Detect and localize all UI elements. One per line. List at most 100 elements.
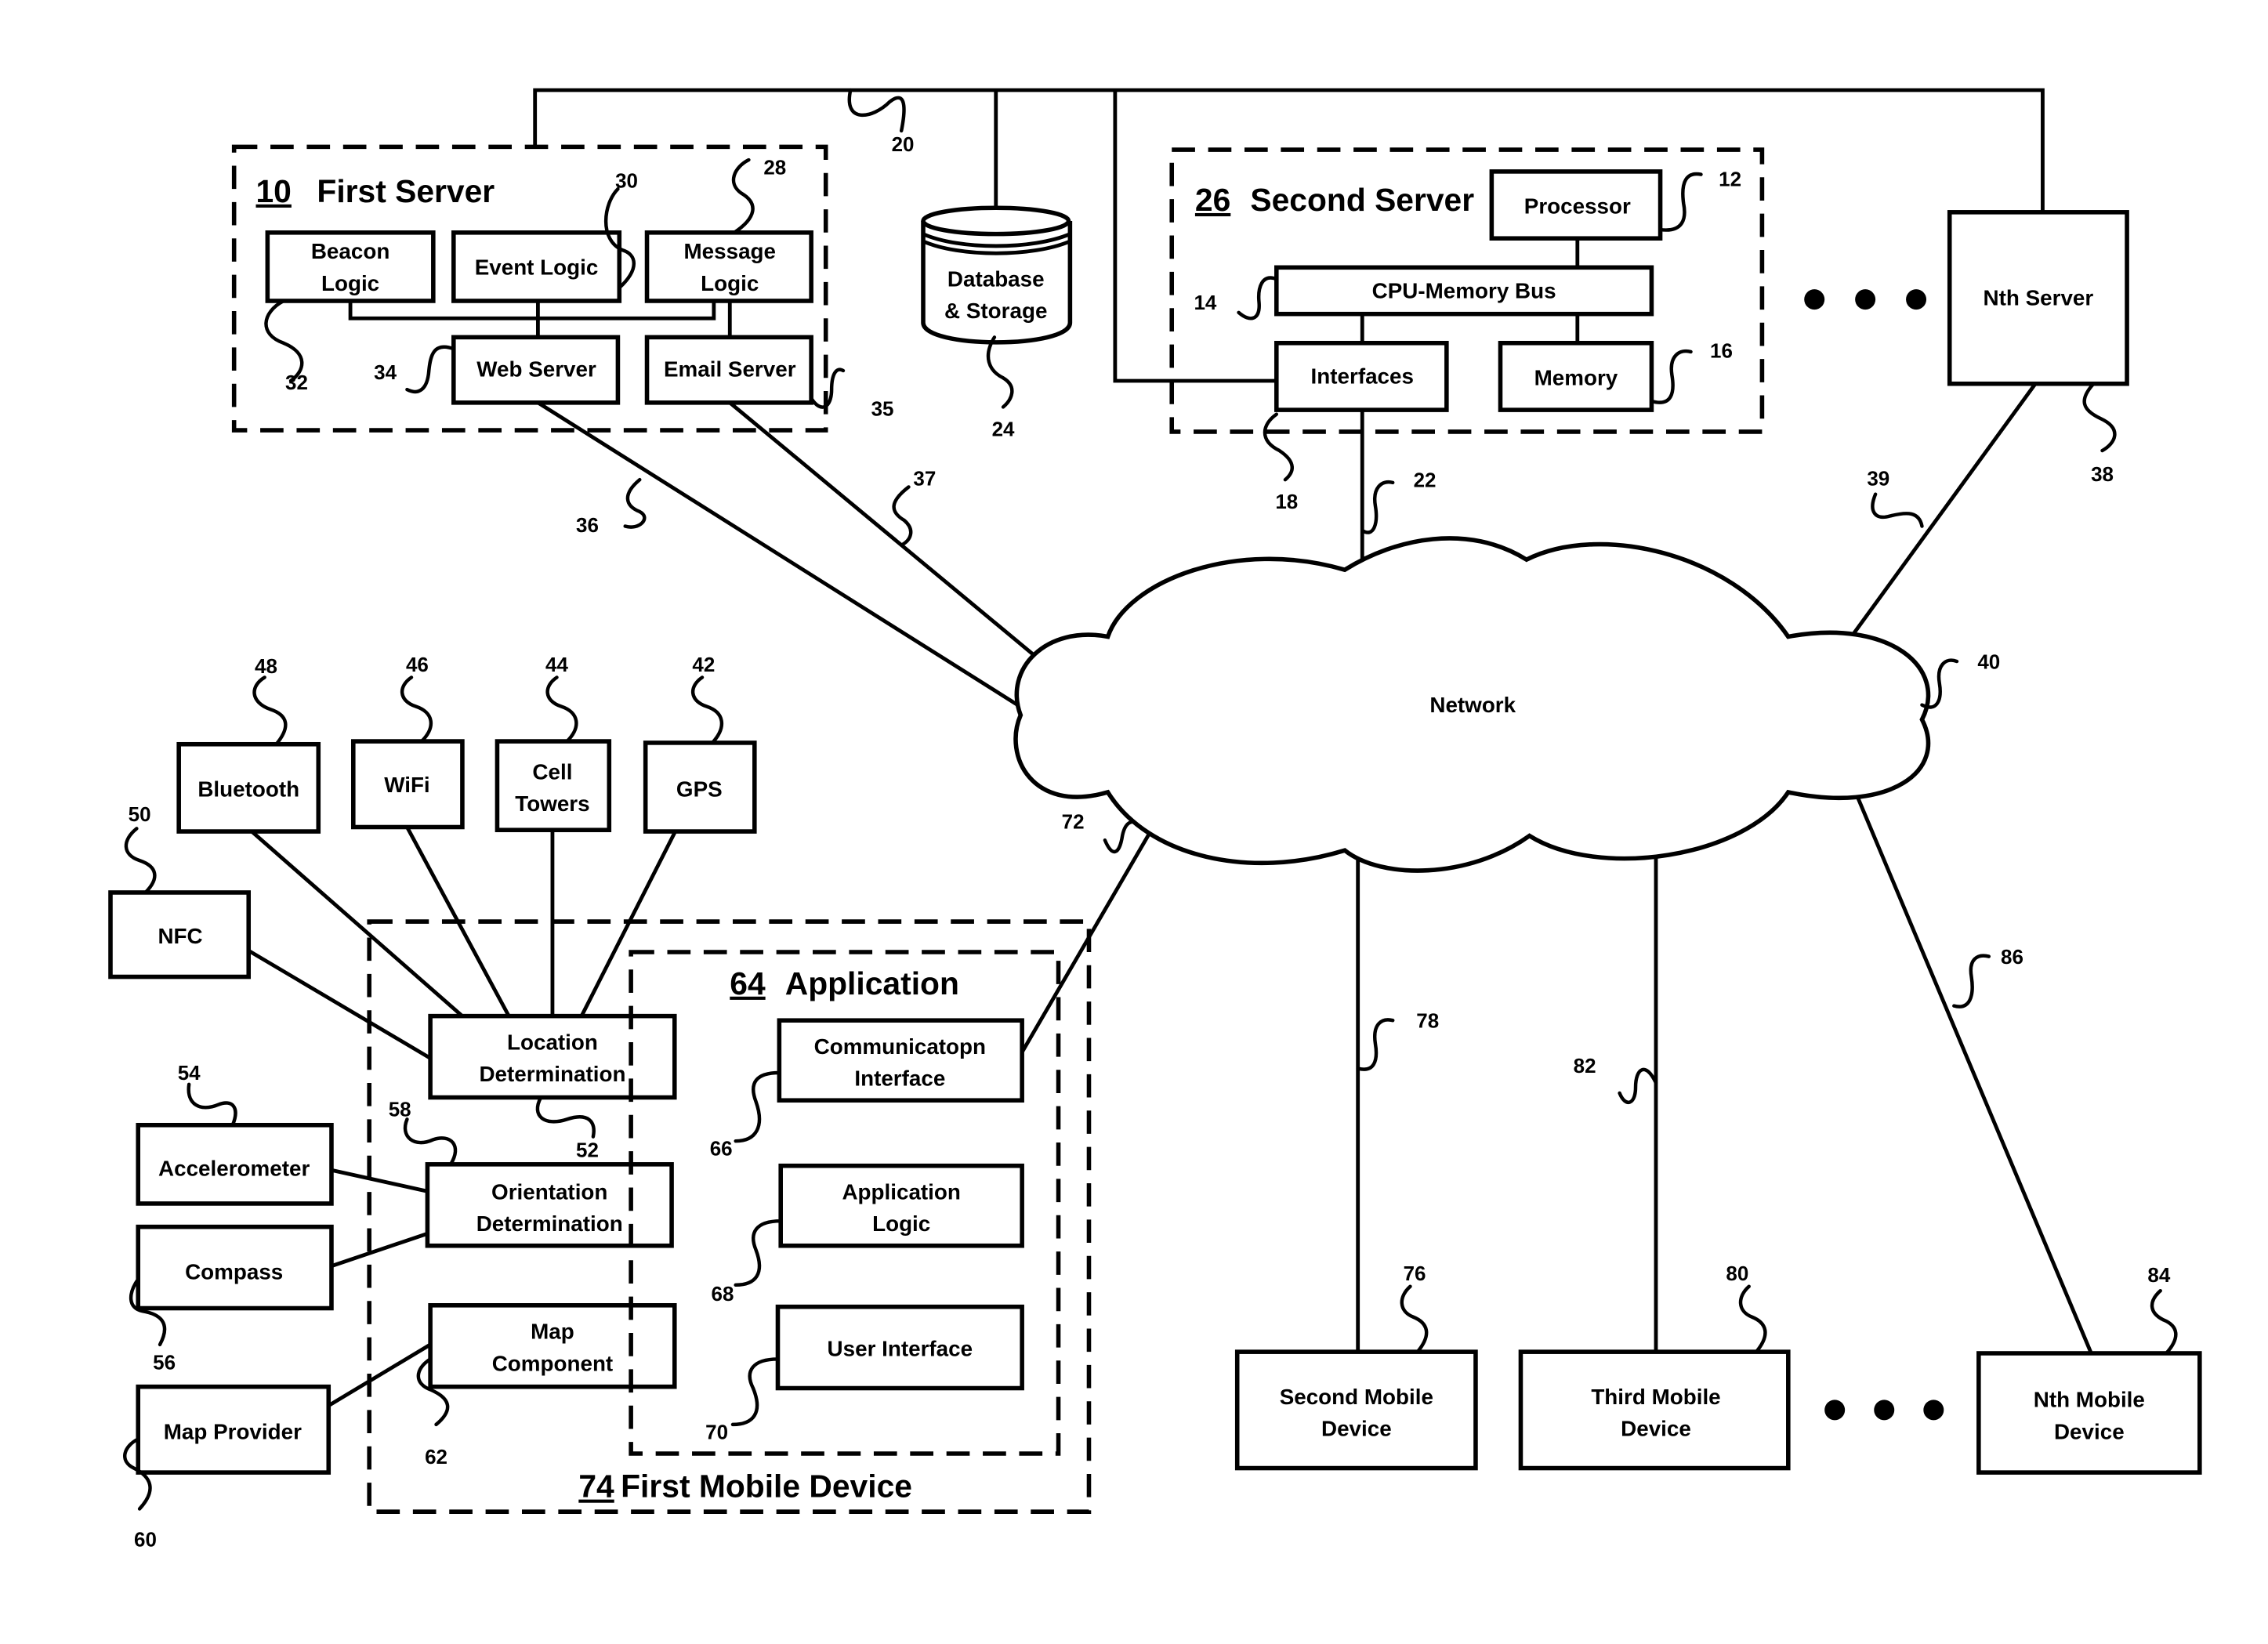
application: 64 Application Communicatopn Interface 6…	[629, 950, 1061, 1456]
accelerometer-box[interactable]: Accelerometer 54	[136, 1061, 334, 1206]
ref-label: 30	[615, 168, 638, 192]
wifi-box[interactable]: WiFi 46	[351, 653, 465, 830]
svg-text:Message: Message	[684, 239, 777, 263]
ref-label: 50	[129, 802, 151, 826]
application-logic-box[interactable]: Application Logic 68	[712, 1163, 1024, 1306]
ref-label: 38	[2091, 462, 2114, 486]
svg-text:Map: Map	[531, 1319, 574, 1343]
nth-server-box[interactable]: Nth Server 38	[1947, 210, 2129, 486]
svg-text:Interfaces: Interfaces	[1311, 364, 1414, 389]
email-server-box[interactable]: Email Server	[644, 335, 813, 405]
svg-text:Memory: Memory	[1534, 366, 1618, 390]
processor-box[interactable]: Processor	[1489, 169, 1663, 241]
svg-text:Beacon: Beacon	[311, 239, 389, 263]
web-server-box[interactable]: Web Server	[451, 335, 621, 405]
link-nth-server	[1847, 382, 2038, 641]
ref-label: 82	[1574, 1054, 1596, 1077]
nth-mobile-device-box[interactable]: Nth Mobile Device 84	[1976, 1263, 2202, 1475]
second-server-title: Second Server	[1250, 182, 1474, 218]
svg-text:Processor: Processor	[1524, 194, 1631, 219]
ref-label: 60	[134, 1528, 157, 1552]
database-storage[interactable]: Database & Storage 24	[921, 205, 1073, 440]
map-provider-box[interactable]: Map Provider 60	[123, 1384, 332, 1552]
ref-label: 76	[1404, 1262, 1426, 1285]
svg-text:User Interface: User Interface	[828, 1337, 973, 1361]
svg-text:Logic: Logic	[321, 271, 379, 295]
svg-text:Component: Component	[492, 1351, 614, 1375]
ellipsis-dot	[1923, 1400, 1944, 1421]
ref-label: 37	[913, 467, 936, 491]
second-server: 26 Second Server Processor CPU-Memory Bu…	[1169, 147, 1765, 567]
first-server-ref: 10	[256, 173, 292, 209]
compass-box[interactable]: Compass 56	[129, 1224, 334, 1374]
svg-text:Bluetooth: Bluetooth	[197, 777, 299, 802]
ref-label: 42	[692, 653, 715, 676]
network-label: Network	[1429, 693, 1516, 717]
cell-towers-box[interactable]: Cell Towers 44	[495, 653, 612, 832]
svg-text:Cell: Cell	[532, 759, 572, 784]
ref-label: 58	[389, 1098, 411, 1121]
svg-text:Second Mobile: Second Mobile	[1280, 1385, 1433, 1409]
ellipsis-mobiles	[1824, 1400, 1944, 1421]
gps-box[interactable]: GPS 42	[643, 653, 757, 834]
svg-text:Interface: Interface	[854, 1066, 945, 1091]
ellipsis-dot	[1804, 289, 1825, 310]
ref-label: 46	[406, 653, 429, 676]
svg-text:Nth Mobile: Nth Mobile	[2034, 1388, 2145, 1412]
cpu-memory-bus-box[interactable]: CPU-Memory Bus	[1274, 265, 1654, 317]
memory-box[interactable]: Memory	[1498, 340, 1654, 412]
svg-text:Web Server: Web Server	[476, 357, 596, 381]
message-logic-box[interactable]: Message Logic	[644, 230, 813, 303]
svg-text:Logic: Logic	[701, 271, 759, 295]
network-cloud[interactable]: Network 40	[1013, 536, 2000, 873]
ellipsis-servers	[1804, 289, 1927, 310]
svg-text:Determination: Determination	[479, 1062, 625, 1086]
ref-label: 24	[992, 417, 1015, 440]
event-logic-box[interactable]: Event Logic	[451, 230, 622, 303]
user-interface-box[interactable]: User Interface 70	[705, 1304, 1024, 1444]
svg-text:Device: Device	[2054, 1419, 2125, 1443]
ref-label: 80	[1726, 1262, 1748, 1285]
ref-label: 78	[1416, 1008, 1439, 1032]
svg-text:Application: Application	[842, 1179, 960, 1204]
svg-text:Location: Location	[507, 1030, 598, 1054]
ref-label: 56	[153, 1350, 176, 1374]
ref-label: 35	[871, 397, 894, 421]
svg-text:Orientation: Orientation	[491, 1179, 607, 1204]
ref-label: 39	[1867, 467, 1889, 491]
ref-label: 54	[178, 1061, 201, 1085]
first-server: 10 First Server Beacon Logic Event Logic…	[231, 144, 894, 433]
ref-label: 84	[2147, 1263, 2170, 1287]
svg-text:Event Logic: Event Logic	[475, 255, 599, 280]
svg-text:Determination: Determination	[476, 1211, 623, 1236]
ellipsis-dot	[1855, 289, 1876, 310]
map-component-box[interactable]: Map Component 62	[416, 1303, 677, 1468]
svg-text:Accelerometer: Accelerometer	[158, 1157, 310, 1181]
ellipsis-dot	[1824, 1400, 1846, 1421]
ref-label: 36	[576, 513, 599, 537]
first-server-title: First Server	[317, 173, 495, 209]
interfaces-box[interactable]: Interfaces	[1274, 340, 1449, 412]
ref-label: 22	[1414, 468, 1437, 491]
ref-label: 66	[710, 1137, 733, 1161]
ref-label: 14	[1194, 291, 1216, 314]
ref-label: 34	[374, 360, 397, 384]
ref-label: 32	[285, 371, 308, 394]
svg-text:Email Server: Email Server	[664, 357, 796, 381]
svg-text:Third Mobile: Third Mobile	[1591, 1385, 1720, 1409]
svg-text:NFC: NFC	[158, 924, 202, 948]
system-diagram: 20 10 First Server Beacon Logic Event Lo…	[108, 88, 2202, 1552]
ref-label: 16	[1710, 339, 1733, 362]
beacon-logic-box[interactable]: Beacon Logic	[265, 230, 436, 303]
bluetooth-box[interactable]: Bluetooth 48	[176, 654, 321, 834]
ref-label: 28	[763, 156, 786, 179]
link-email-server	[728, 400, 1049, 668]
link-web-server	[537, 400, 1019, 707]
ref-label: 86	[2001, 945, 2023, 969]
first-mobile-title: First Mobile Device	[621, 1468, 912, 1505]
svg-text:Map Provider: Map Provider	[164, 1419, 302, 1443]
communication-interface-box[interactable]: Communicatopn Interface 66	[710, 1018, 1024, 1161]
ref-label: 40	[1977, 650, 2000, 673]
location-determination-box[interactable]: Location Determination 52	[428, 1013, 677, 1162]
link-nth-mobile	[1844, 769, 2092, 1353]
